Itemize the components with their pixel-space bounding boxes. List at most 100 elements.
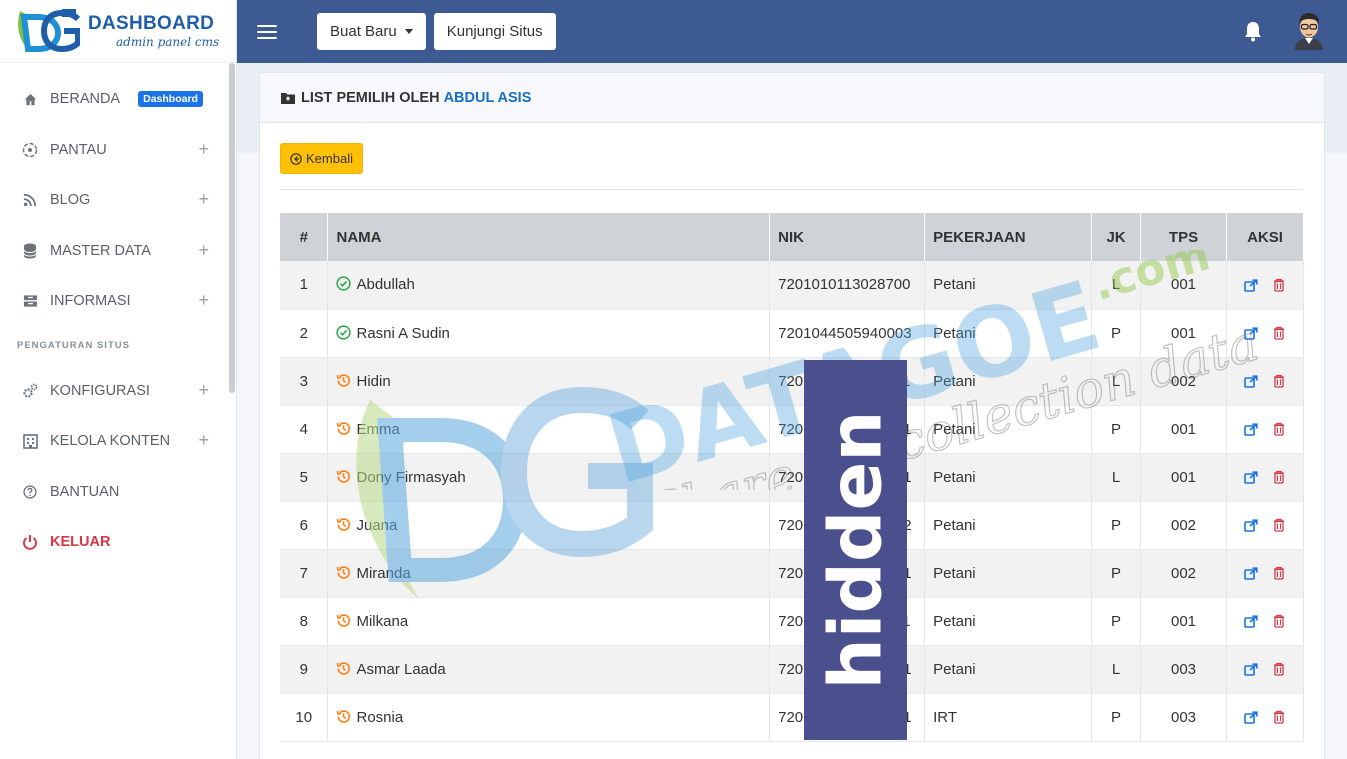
cell-jk: L: [1091, 261, 1142, 310]
sidebar-item-pantau[interactable]: PANTAU +: [0, 130, 229, 170]
sidebar-item-kelola-konten[interactable]: KELOLA KONTEN +: [0, 421, 229, 461]
sidebar-item-label: BANTUAN: [50, 484, 120, 500]
expand-plus-icon[interactable]: +: [198, 381, 209, 399]
expand-plus-icon[interactable]: +: [198, 291, 209, 309]
delete-trash-icon[interactable]: [1268, 274, 1290, 296]
cell-pekerjaan: Petani: [924, 405, 1093, 454]
brand-title: DASHBOARD: [88, 13, 215, 34]
hidden-stamp: hidden: [804, 360, 907, 740]
delete-trash-icon[interactable]: [1268, 706, 1290, 728]
cell-nama: Miranda: [327, 549, 771, 598]
check-circle-icon: [336, 324, 352, 340]
voter-name: Dony Firmasyah: [356, 468, 466, 486]
notification-bell-icon[interactable]: [1243, 20, 1263, 42]
delete-trash-icon[interactable]: [1268, 514, 1290, 536]
sidebar-item-master-data[interactable]: MASTER DATA +: [0, 231, 229, 271]
delete-trash-icon[interactable]: [1268, 466, 1290, 488]
sidebar-item-konfigurasi[interactable]: KONFIGURASI +: [0, 371, 229, 411]
voter-list-card: LIST PEMILIH OLEH ABDUL ASIS Kembali # N…: [259, 72, 1325, 759]
history-icon: [337, 613, 351, 627]
sidebar-item-blog[interactable]: BLOG +: [0, 180, 229, 220]
edit-share-icon[interactable]: [1240, 274, 1262, 296]
cell-nik: 7201010113028700: [769, 261, 926, 310]
cell-jk: P: [1091, 597, 1142, 646]
cell-aksi: [1226, 357, 1305, 406]
edit-share-icon[interactable]: [1240, 610, 1262, 632]
cell-nik: 7201044505940003: [769, 309, 926, 358]
cell-tps: 002: [1140, 501, 1227, 550]
cell-tps: 001: [1140, 261, 1227, 310]
delete-trash-icon[interactable]: [1268, 322, 1290, 344]
cell-pekerjaan: Petani: [924, 645, 1093, 694]
col-header-nama: NAMA: [327, 213, 771, 261]
edit-share-icon[interactable]: [1240, 370, 1262, 392]
edit-share-icon[interactable]: [1240, 418, 1262, 440]
expand-plus-icon[interactable]: +: [198, 190, 209, 208]
cell-nama: Dony Firmasyah: [327, 453, 771, 502]
expand-plus-icon[interactable]: +: [198, 140, 209, 158]
voter-name: Emma: [356, 420, 400, 438]
history-icon: [337, 373, 351, 387]
edit-share-icon[interactable]: [1240, 322, 1262, 344]
cell-tps: 001: [1140, 309, 1227, 358]
cell-tps: 001: [1140, 597, 1227, 646]
voter-name: Abdullah: [356, 276, 415, 294]
delete-trash-icon[interactable]: [1268, 562, 1290, 584]
user-avatar[interactable]: [1291, 10, 1327, 50]
edit-share-icon[interactable]: [1240, 658, 1262, 680]
edit-share-icon[interactable]: [1240, 706, 1262, 728]
sidebar-item-informasi[interactable]: INFORMASI +: [0, 281, 229, 321]
table-row: 5Dony Firmasyah7201013000000001PetaniL00…: [280, 453, 1305, 502]
cell-pekerjaan: Petani: [924, 357, 1093, 406]
cell-aksi: [1226, 645, 1305, 694]
back-button[interactable]: Kembali: [280, 143, 363, 174]
database-icon: [22, 243, 38, 259]
expand-plus-icon[interactable]: +: [198, 431, 209, 449]
voter-name: Rosnia: [356, 708, 404, 726]
sidebar-item-label: INFORMASI: [50, 293, 131, 309]
history-icon: [337, 709, 351, 723]
delete-trash-icon[interactable]: [1268, 370, 1290, 392]
radar-icon: [22, 142, 38, 158]
cell-pekerjaan: Petani: [924, 309, 1093, 358]
sidebar-item-label: BLOG: [50, 192, 91, 208]
cell-pekerjaan: Petani: [924, 501, 1093, 550]
cogs-icon: [22, 383, 38, 399]
cell-tps: 001: [1140, 405, 1227, 454]
dashboard-badge: Dashboard: [138, 91, 203, 107]
edit-share-icon[interactable]: [1240, 514, 1262, 536]
sidebar-item-beranda[interactable]: BERANDA Dashboard: [0, 79, 229, 119]
visit-site-button[interactable]: Kunjungi Situs: [433, 13, 556, 50]
menu-toggle-icon[interactable]: [257, 24, 277, 39]
expand-plus-icon[interactable]: +: [198, 241, 209, 259]
sidebar-item-label: MASTER DATA: [50, 243, 151, 259]
cell-tps: 003: [1140, 693, 1227, 742]
brand-logo[interactable]: DASHBOARD admin panel cms: [0, 0, 236, 63]
folder-icon: [281, 92, 295, 104]
sidebar-item-keluar[interactable]: KELUAR: [0, 522, 229, 562]
table-row: 9Asmar Laada7201012008770001PetaniL003: [280, 645, 1305, 694]
section-label-pengaturan: PENGATURAN SITUS: [17, 340, 130, 351]
create-new-dropdown[interactable]: Buat Baru: [317, 13, 426, 50]
cell-jk: P: [1091, 309, 1142, 358]
cell-no: 4: [280, 405, 329, 454]
delete-trash-icon[interactable]: [1268, 610, 1290, 632]
col-header-tps: TPS: [1140, 213, 1227, 261]
voter-name: Asmar Laada: [356, 660, 446, 678]
cell-aksi: [1226, 261, 1305, 310]
table-row: 1 Abdullah 7201010113028700 Petani L 001: [280, 261, 1305, 310]
delete-trash-icon[interactable]: [1268, 418, 1290, 440]
sidebar-item-label: BERANDA: [50, 91, 121, 107]
sidebar-item-bantuan[interactable]: BANTUAN: [0, 472, 229, 512]
edit-share-icon[interactable]: [1240, 562, 1262, 584]
edit-share-icon[interactable]: [1240, 466, 1262, 488]
table-row: 7Miranda7201017000000001PetaniP002: [280, 549, 1305, 598]
delete-trash-icon[interactable]: [1268, 658, 1290, 680]
power-icon: [22, 534, 38, 550]
voter-table: # NAMA NIK PEKERJAAN JK TPS AKSI 1 Abdull…: [280, 213, 1305, 742]
history-icon: [337, 421, 351, 435]
cell-jk: P: [1091, 501, 1142, 550]
sidebar-scrollbar[interactable]: [229, 63, 235, 393]
cell-nama: Asmar Laada: [327, 645, 771, 694]
cell-nama: Milkana: [327, 597, 771, 646]
